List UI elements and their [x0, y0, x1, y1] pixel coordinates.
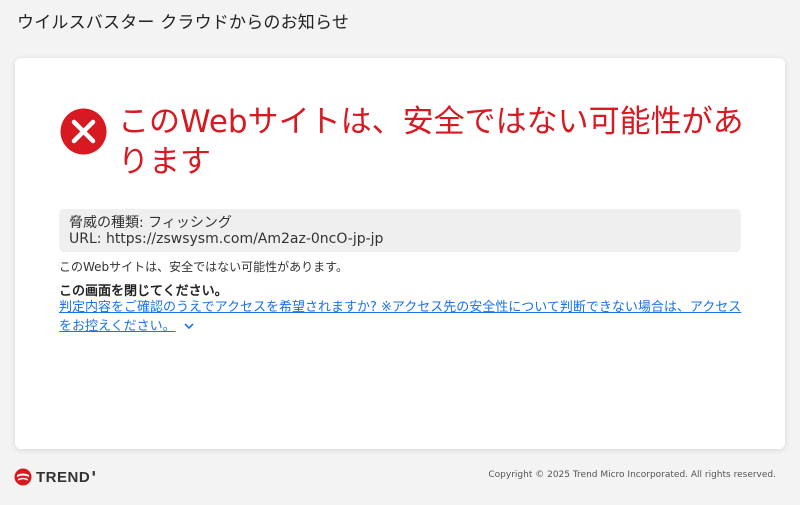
- page-header-title: ウイルスバスター クラウドからのお知らせ: [17, 13, 350, 33]
- proceed-link[interactable]: 判定内容をご確認のうえでアクセスを希望されますか? ※アクセス先の安全性について…: [59, 298, 749, 336]
- trend-micro-logo: TREND ▮: [14, 467, 95, 487]
- error-x-icon: [60, 108, 107, 155]
- proceed-link-text[interactable]: 判定内容をご確認のうえでアクセスを希望されますか? ※アクセス先の安全性について…: [59, 300, 741, 334]
- chevron-down-icon[interactable]: [184, 317, 194, 336]
- threat-url: URL: https://zswsysm.com/Am2az-0ncO-jp-j…: [69, 231, 384, 247]
- trend-logo-icon: [14, 468, 32, 486]
- threat-info-box: 脅威の種類: フィッシング URL: https://zswsysm.com/A…: [59, 209, 741, 252]
- logo-trademark-mark: ▮: [92, 469, 96, 477]
- close-instruction: この画面を閉じてください。: [59, 284, 228, 299]
- warning-title: このWebサイトは、安全ではない可能性があります: [118, 104, 744, 180]
- warning-description: このWebサイトは、安全ではない可能性があります。: [59, 260, 348, 274]
- threat-type: 脅威の種類: フィッシング: [69, 215, 232, 231]
- logo-text: TREND: [36, 468, 91, 486]
- copyright-text: Copyright © 2025 Trend Micro Incorporate…: [488, 470, 776, 480]
- warning-card: このWebサイトは、安全ではない可能性があります 脅威の種類: フィッシング U…: [15, 58, 785, 449]
